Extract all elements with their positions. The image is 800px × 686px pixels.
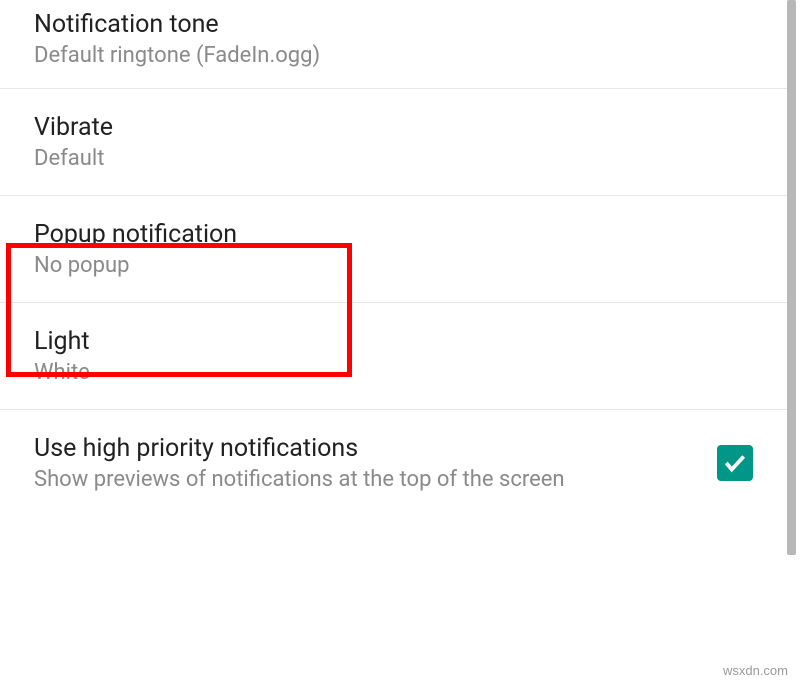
setting-notification-tone[interactable]: Notification tone Default ringtone (Fade… — [0, 0, 787, 89]
setting-title: Notification tone — [34, 10, 753, 39]
setting-subtitle: White — [34, 360, 753, 385]
setting-title: Vibrate — [34, 113, 753, 142]
setting-subtitle: Default ringtone (FadeIn.ogg) — [34, 43, 753, 68]
setting-popup-notification[interactable]: Popup notification No popup — [0, 196, 787, 303]
watermark: wsxdn.com — [723, 663, 788, 678]
setting-title: Popup notification — [34, 220, 753, 249]
scrollbar[interactable] — [787, 0, 796, 555]
setting-vibrate[interactable]: Vibrate Default — [0, 89, 787, 196]
checkbox-checked[interactable] — [717, 445, 753, 481]
setting-subtitle: No popup — [34, 253, 753, 278]
setting-title: Light — [34, 327, 753, 356]
setting-title: Use high priority notifications — [34, 434, 693, 463]
checkmark-icon — [722, 450, 748, 476]
setting-light[interactable]: Light White — [0, 303, 787, 410]
settings-list: Notification tone Default ringtone (Fade… — [0, 0, 787, 686]
setting-subtitle: Show previews of notifications at the to… — [34, 467, 693, 492]
setting-subtitle: Default — [34, 146, 753, 171]
setting-high-priority[interactable]: Use high priority notifications Show pre… — [0, 410, 787, 516]
